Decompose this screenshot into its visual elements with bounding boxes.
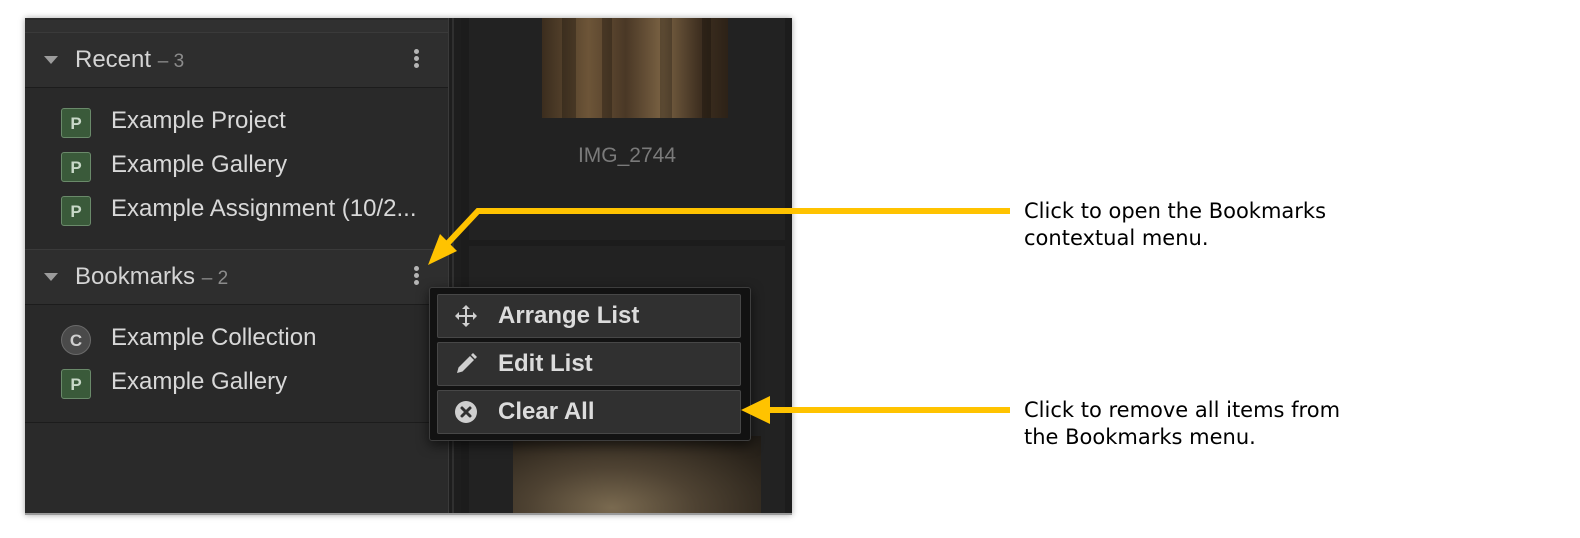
arrow-head-icon [741,396,770,424]
callout-line: the Bookmarks menu. [1024,425,1256,449]
callout-open-menu: Click to open the Bookmarks contextual m… [1024,198,1326,252]
callout-line: Click to open the Bookmarks [1024,199,1327,223]
callout-line: Click to remove all items from [1024,398,1341,422]
callout-line: contextual menu. [1024,226,1209,250]
arrow-to-bookmarks-menu [445,208,1010,246]
annotation-arrows [428,208,1010,424]
callout-clear-all: Click to remove all items from the Bookm… [1024,397,1340,451]
